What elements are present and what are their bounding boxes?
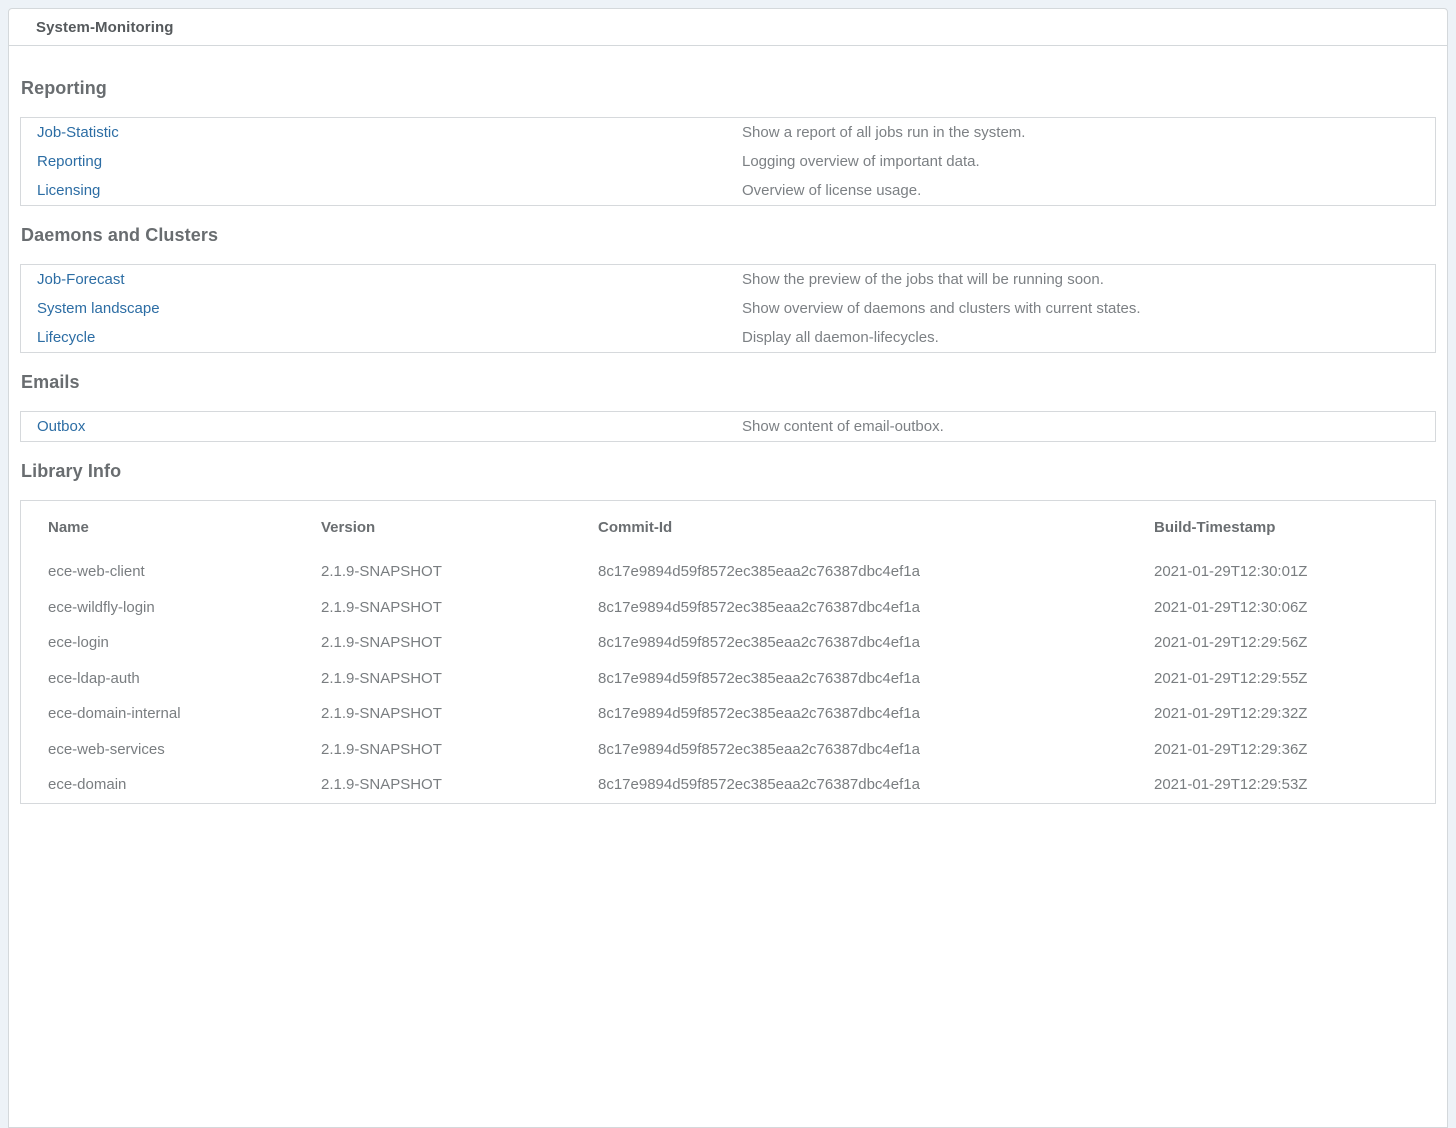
cell-commit-id: 8c17e9894d59f8572ec385eaa2c76387dbc4ef1a xyxy=(598,767,1154,803)
system-monitoring-panel: System-Monitoring Reporting Job-Statisti… xyxy=(8,8,1448,1128)
cell-commit-id: 8c17e9894d59f8572ec385eaa2c76387dbc4ef1a xyxy=(598,590,1154,626)
link-job-forecast[interactable]: Job-Forecast xyxy=(37,265,125,294)
table-row: Outbox Show content of email-outbox. xyxy=(37,412,1419,441)
cell-name: ece-domain-internal xyxy=(48,696,321,732)
cell-version: 2.1.9-SNAPSHOT xyxy=(321,625,598,661)
cell-commit-id: 8c17e9894d59f8572ec385eaa2c76387dbc4ef1a xyxy=(598,732,1154,768)
section-heading-daemons-and-clusters: Daemons and Clusters xyxy=(21,225,1435,246)
cell-name: ece-domain xyxy=(48,767,321,803)
panel-body: Reporting Job-Statistic Show a report of… xyxy=(9,46,1447,804)
table-row: System landscape Show overview of daemon… xyxy=(37,294,1419,323)
cell-commit-id: 8c17e9894d59f8572ec385eaa2c76387dbc4ef1a xyxy=(598,696,1154,732)
cell-version: 2.1.9-SNAPSHOT xyxy=(321,661,598,697)
cell-name: ece-ldap-auth xyxy=(48,661,321,697)
cell-version: 2.1.9-SNAPSHOT xyxy=(321,554,598,590)
cell-version: 2.1.9-SNAPSHOT xyxy=(321,696,598,732)
cell-build-timestamp: 2021-01-29T12:30:06Z xyxy=(1154,590,1408,626)
link-description: Logging overview of important data. xyxy=(742,147,1419,176)
section-heading-reporting: Reporting xyxy=(21,78,1435,99)
table-row: ece-domain 2.1.9-SNAPSHOT 8c17e9894d59f8… xyxy=(48,767,1408,803)
cell-name: ece-wildfly-login xyxy=(48,590,321,626)
cell-build-timestamp: 2021-01-29T12:30:01Z xyxy=(1154,554,1408,590)
emails-link-table: Outbox Show content of email-outbox. xyxy=(20,411,1436,442)
link-description: Overview of license usage. xyxy=(742,176,1419,205)
cell-version: 2.1.9-SNAPSHOT xyxy=(321,767,598,803)
link-lifecycle[interactable]: Lifecycle xyxy=(37,323,95,352)
section-heading-library-info: Library Info xyxy=(21,461,1435,482)
reporting-link-table: Job-Statistic Show a report of all jobs … xyxy=(20,117,1436,206)
link-job-statistic[interactable]: Job-Statistic xyxy=(37,118,119,147)
link-description: Display all daemon-lifecycles. xyxy=(742,323,1419,352)
link-system-landscape[interactable]: System landscape xyxy=(37,294,160,323)
cell-build-timestamp: 2021-01-29T12:29:56Z xyxy=(1154,625,1408,661)
column-header-name: Name xyxy=(48,518,321,538)
table-row: ece-web-client 2.1.9-SNAPSHOT 8c17e9894d… xyxy=(48,554,1408,590)
column-header-version: Version xyxy=(321,518,598,538)
section-heading-emails: Emails xyxy=(21,372,1435,393)
link-description: Show overview of daemons and clusters wi… xyxy=(742,294,1419,323)
cell-commit-id: 8c17e9894d59f8572ec385eaa2c76387dbc4ef1a xyxy=(598,661,1154,697)
link-description: Show a report of all jobs run in the sys… xyxy=(742,118,1419,147)
link-reporting[interactable]: Reporting xyxy=(37,147,102,176)
cell-build-timestamp: 2021-01-29T12:29:53Z xyxy=(1154,767,1408,803)
cell-build-timestamp: 2021-01-29T12:29:55Z xyxy=(1154,661,1408,697)
library-table-header: Name Version Commit-Id Build-Timestamp xyxy=(48,501,1408,554)
table-row: ece-wildfly-login 2.1.9-SNAPSHOT 8c17e98… xyxy=(48,590,1408,626)
table-row: ece-ldap-auth 2.1.9-SNAPSHOT 8c17e9894d5… xyxy=(48,661,1408,697)
table-row: Licensing Overview of license usage. xyxy=(37,176,1419,205)
link-outbox[interactable]: Outbox xyxy=(37,412,85,441)
cell-name: ece-web-client xyxy=(48,554,321,590)
cell-name: ece-web-services xyxy=(48,732,321,768)
cell-version: 2.1.9-SNAPSHOT xyxy=(321,732,598,768)
link-licensing[interactable]: Licensing xyxy=(37,176,100,205)
column-header-commit-id: Commit-Id xyxy=(598,518,1154,538)
cell-name: ece-login xyxy=(48,625,321,661)
link-description: Show content of email-outbox. xyxy=(742,412,1419,441)
link-description: Show the preview of the jobs that will b… xyxy=(742,265,1419,294)
cell-build-timestamp: 2021-01-29T12:29:32Z xyxy=(1154,696,1408,732)
table-row: Job-Forecast Show the preview of the job… xyxy=(37,265,1419,294)
table-row: ece-web-services 2.1.9-SNAPSHOT 8c17e989… xyxy=(48,732,1408,768)
cell-version: 2.1.9-SNAPSHOT xyxy=(321,590,598,626)
cell-commit-id: 8c17e9894d59f8572ec385eaa2c76387dbc4ef1a xyxy=(598,554,1154,590)
column-header-build-timestamp: Build-Timestamp xyxy=(1154,518,1408,538)
cell-build-timestamp: 2021-01-29T12:29:36Z xyxy=(1154,732,1408,768)
table-row: Job-Statistic Show a report of all jobs … xyxy=(37,118,1419,147)
table-row: Lifecycle Display all daemon-lifecycles. xyxy=(37,323,1419,352)
table-row: Reporting Logging overview of important … xyxy=(37,147,1419,176)
table-row: ece-domain-internal 2.1.9-SNAPSHOT 8c17e… xyxy=(48,696,1408,732)
daemons-link-table: Job-Forecast Show the preview of the job… xyxy=(20,264,1436,353)
table-row: ece-login 2.1.9-SNAPSHOT 8c17e9894d59f85… xyxy=(48,625,1408,661)
cell-commit-id: 8c17e9894d59f8572ec385eaa2c76387dbc4ef1a xyxy=(598,625,1154,661)
page-title: System-Monitoring xyxy=(9,9,1447,46)
library-info-table: Name Version Commit-Id Build-Timestamp e… xyxy=(20,500,1436,804)
